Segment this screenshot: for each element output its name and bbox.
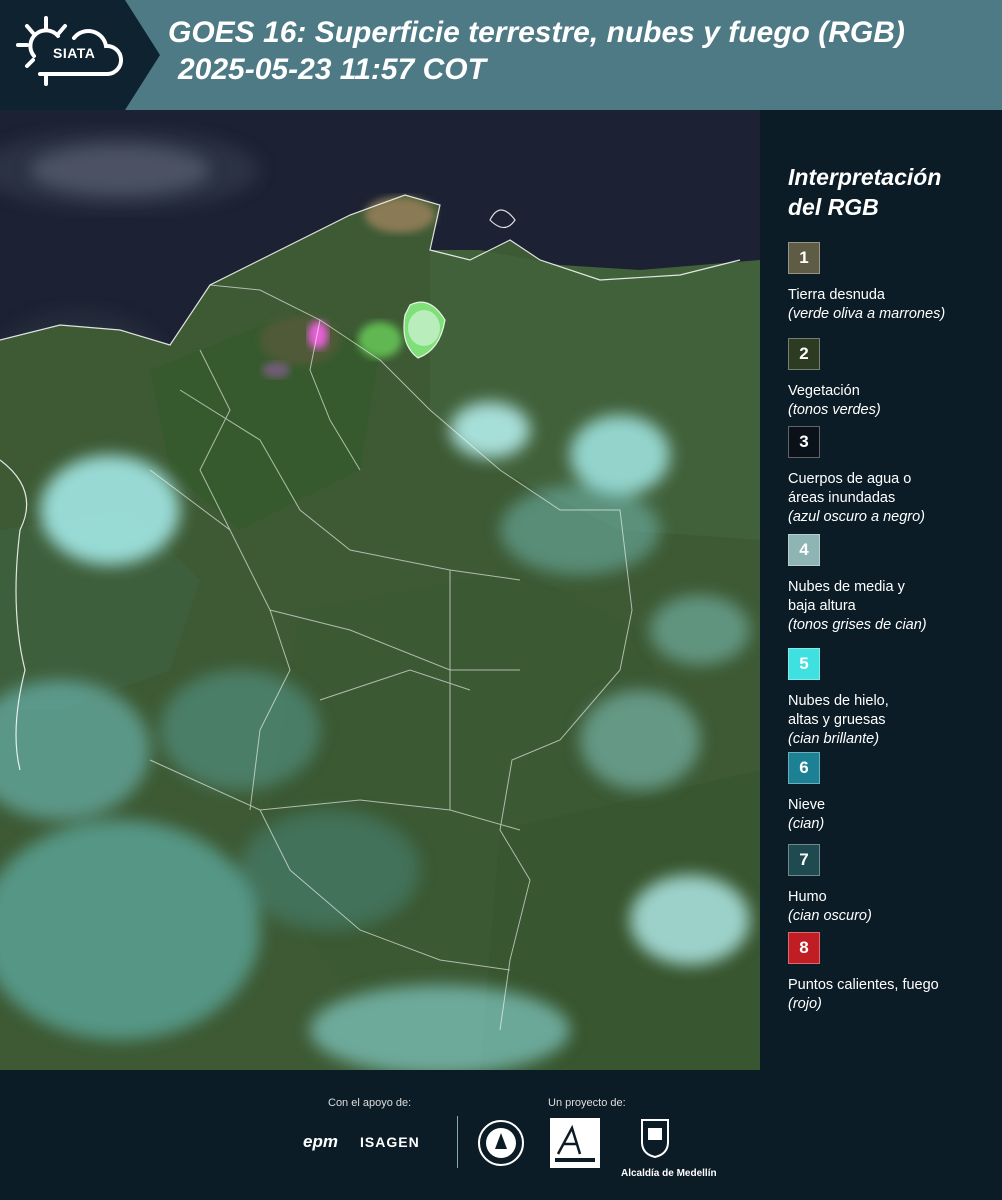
legend-item: 6 Nieve (cian): [788, 752, 998, 834]
project-label: Un proyecto de:: [548, 1097, 626, 1109]
legend-label: Nieve: [788, 796, 998, 815]
epm-logo[interactable]: epm: [303, 1132, 338, 1152]
legend-item: 1 Tierra desnuda (verde oliva a marrones): [788, 242, 998, 324]
legend-label-line: Puntos calientes, fuego: [788, 977, 939, 993]
legend-label: Vegetación: [788, 382, 998, 401]
legend-title: Interpretación del RGB: [788, 162, 941, 222]
alcaldia-label: Alcaldía de Medellín: [621, 1168, 717, 1179]
legend-swatch: 6: [788, 752, 820, 784]
support-label: Con el apoyo de:: [328, 1097, 412, 1109]
siata-logo[interactable]: SIATA: [0, 0, 160, 110]
legend-note: (cian): [788, 816, 825, 832]
legend-note: (cian brillante): [788, 731, 880, 747]
legend-note: (cian oscuro): [788, 908, 872, 924]
legend-swatch: 8: [788, 932, 820, 964]
footer-divider: [457, 1116, 458, 1168]
legend-label-line: baja altura: [788, 598, 856, 614]
legend-label-line: áreas inundadas: [788, 490, 896, 506]
legend-label: Humo: [788, 888, 998, 907]
legend-note: (tonos grises de cian): [788, 617, 927, 633]
title-line-2: 2025-05-23 11:57 COT: [178, 53, 486, 86]
legend-note: (tonos verdes): [788, 402, 881, 418]
legend-item: 8 Puntos calientes, fuego (rojo): [788, 932, 998, 1014]
legend-item: 2 Vegetación (tonos verdes): [788, 338, 998, 420]
header-bar: SIATA GOES 16: Superficie terrestre, nub…: [0, 0, 1002, 110]
isagen-logo[interactable]: ISAGEN: [360, 1134, 420, 1150]
legend-label-line: Humo: [788, 889, 827, 905]
legend-swatch: 4: [788, 534, 820, 566]
legend-label: Nubes de media y baja altura: [788, 578, 998, 616]
legend-label: Cuerpos de agua o áreas inundadas: [788, 470, 998, 508]
legend-label: Tierra desnuda: [788, 286, 998, 305]
medellin-seal-icon[interactable]: [477, 1119, 525, 1167]
title-line-1: GOES 16: Superficie terrestre, nubes y f…: [168, 16, 905, 49]
page-title: GOES 16: Superficie terrestre, nubes y f…: [168, 14, 905, 88]
legend-note: (azul oscuro a negro): [788, 509, 926, 525]
legend-label-line: altas y gruesas: [788, 712, 886, 728]
legend-label-line: Nubes de hielo,: [788, 693, 889, 709]
legend-title-line-1: Interpretación: [788, 164, 942, 190]
legend-item: 3 Cuerpos de agua o áreas inundadas (azul o…: [788, 426, 998, 527]
legend-label: Nubes de hielo, altas y gruesas: [788, 692, 998, 730]
legend-label: Puntos calientes, fuego: [788, 976, 998, 995]
legend-swatch: 3: [788, 426, 820, 458]
legend-swatch: 1: [788, 242, 820, 274]
legend-swatch: 2: [788, 338, 820, 370]
legend-item: 5 Nubes de hielo, altas y gruesas (cian bri…: [788, 648, 998, 749]
satellite-map[interactable]: [0, 110, 760, 1070]
legend-note: (rojo): [788, 996, 822, 1012]
satellite-image: [0, 110, 760, 1070]
legend-label-line: Cuerpos de agua o: [788, 471, 912, 487]
alcaldia-shield-icon[interactable]: [640, 1118, 670, 1158]
legend-label-line: Nubes de media y: [788, 579, 905, 595]
legend-label-line: Tierra desnuda: [788, 287, 885, 303]
legend-note: (verde oliva a marrones): [788, 306, 946, 322]
legend-label-line: Vegetación: [788, 383, 860, 399]
legend-swatch: 7: [788, 844, 820, 876]
legend-swatch: 5: [788, 648, 820, 680]
legend-panel: Interpretación del RGB 1 Tierra desnuda (v…: [760, 110, 1002, 1070]
legend-item: 4 Nubes de media y baja altura (tonos grise…: [788, 534, 998, 635]
logo-text: SIATA: [53, 45, 96, 61]
legend-title-line-2: del RGB: [788, 194, 879, 220]
footer: Con el apoyo de: Un proyecto de: epm ISA…: [0, 1070, 1002, 1200]
legend-label-line: Nieve: [788, 797, 826, 813]
area-metropolitana-logo-icon[interactable]: [550, 1118, 600, 1168]
legend-item: 7 Humo (cian oscuro): [788, 844, 998, 926]
